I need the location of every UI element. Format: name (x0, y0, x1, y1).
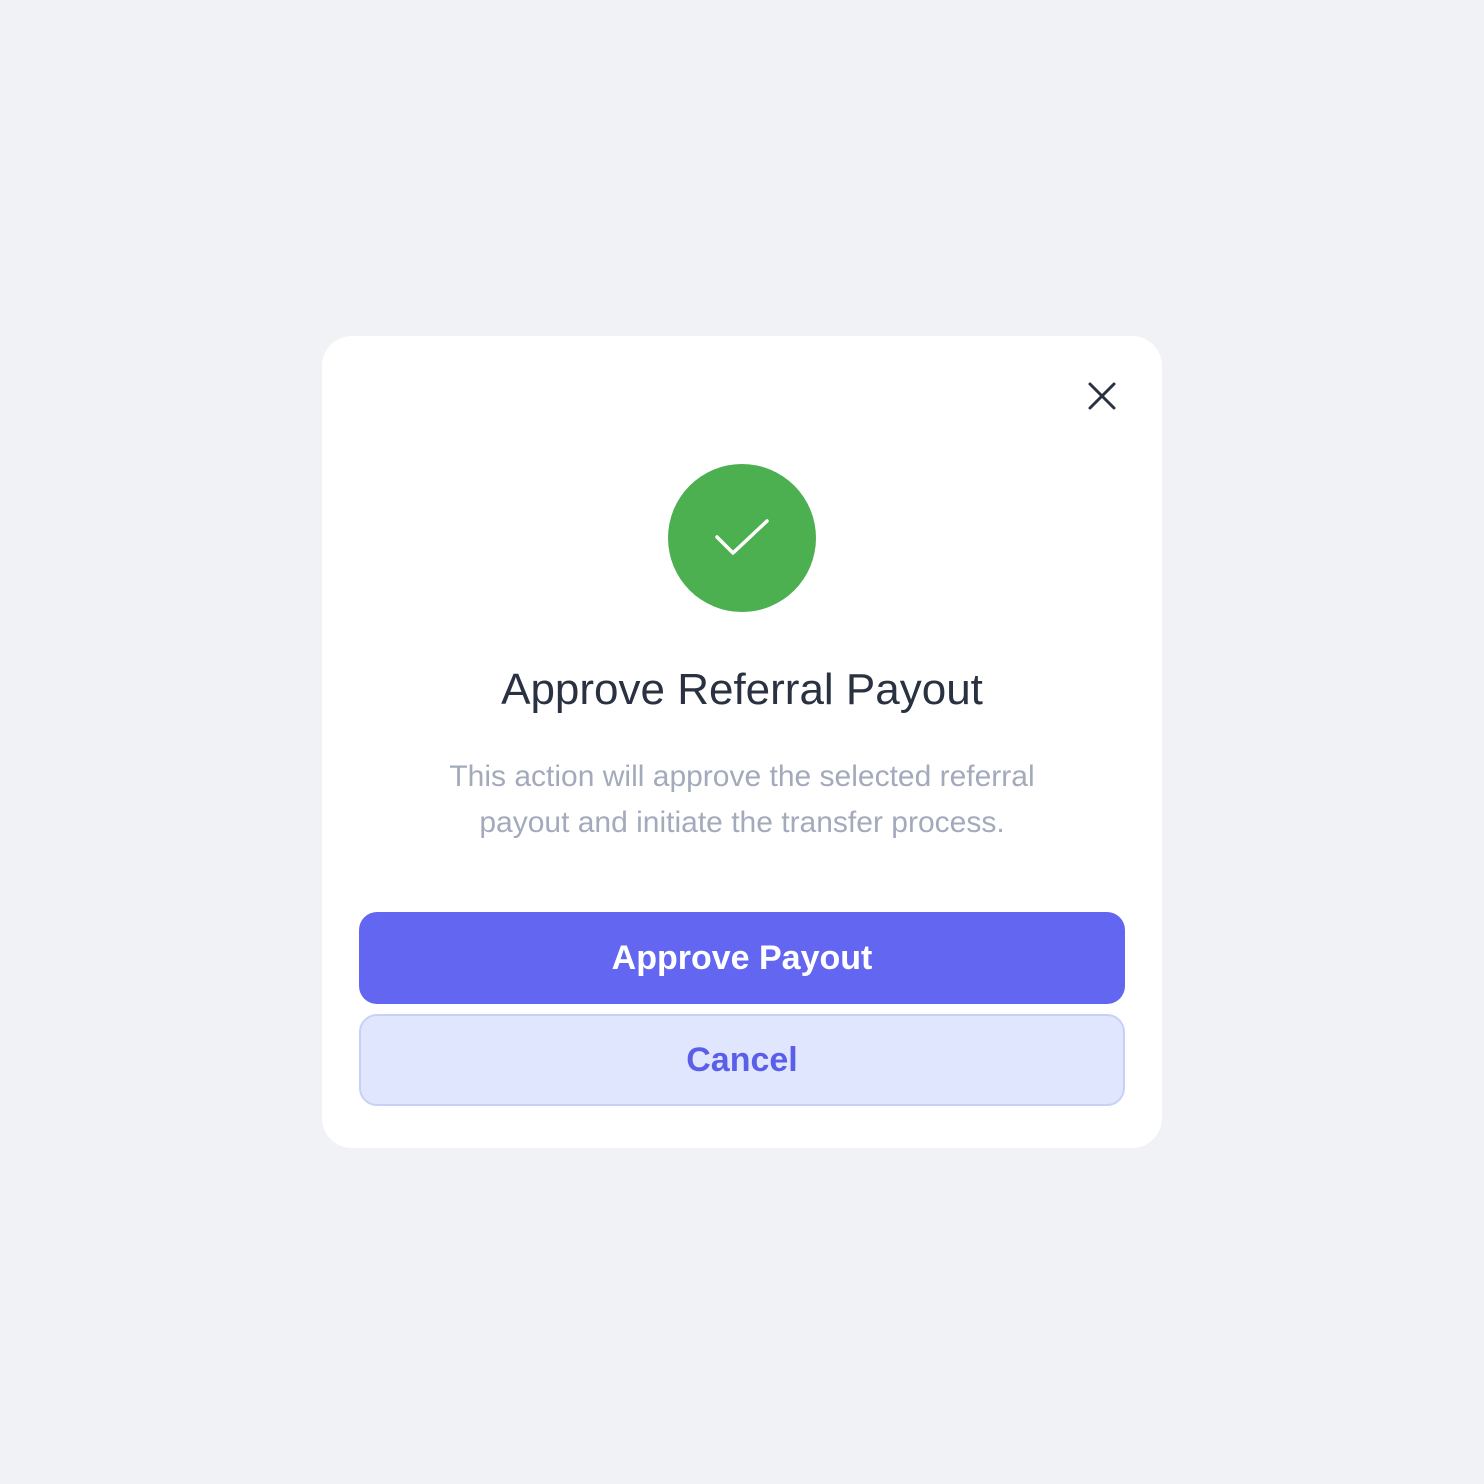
checkmark-icon (715, 519, 769, 555)
dialog-title: Approve Referral Payout (501, 665, 983, 714)
approve-payout-button[interactable]: Approve Payout (359, 912, 1125, 1004)
cancel-label: Cancel (686, 1040, 798, 1079)
approve-payout-label: Approve Payout (611, 938, 873, 977)
approve-payout-dialog: Approve Referral Payout This action will… (322, 336, 1162, 1148)
success-check-icon (668, 464, 816, 612)
dialog-message: This action will approve the selected re… (449, 760, 1035, 839)
close-icon (1088, 382, 1116, 410)
close-button[interactable] (1082, 376, 1122, 416)
cancel-button[interactable]: Cancel (359, 1014, 1125, 1106)
